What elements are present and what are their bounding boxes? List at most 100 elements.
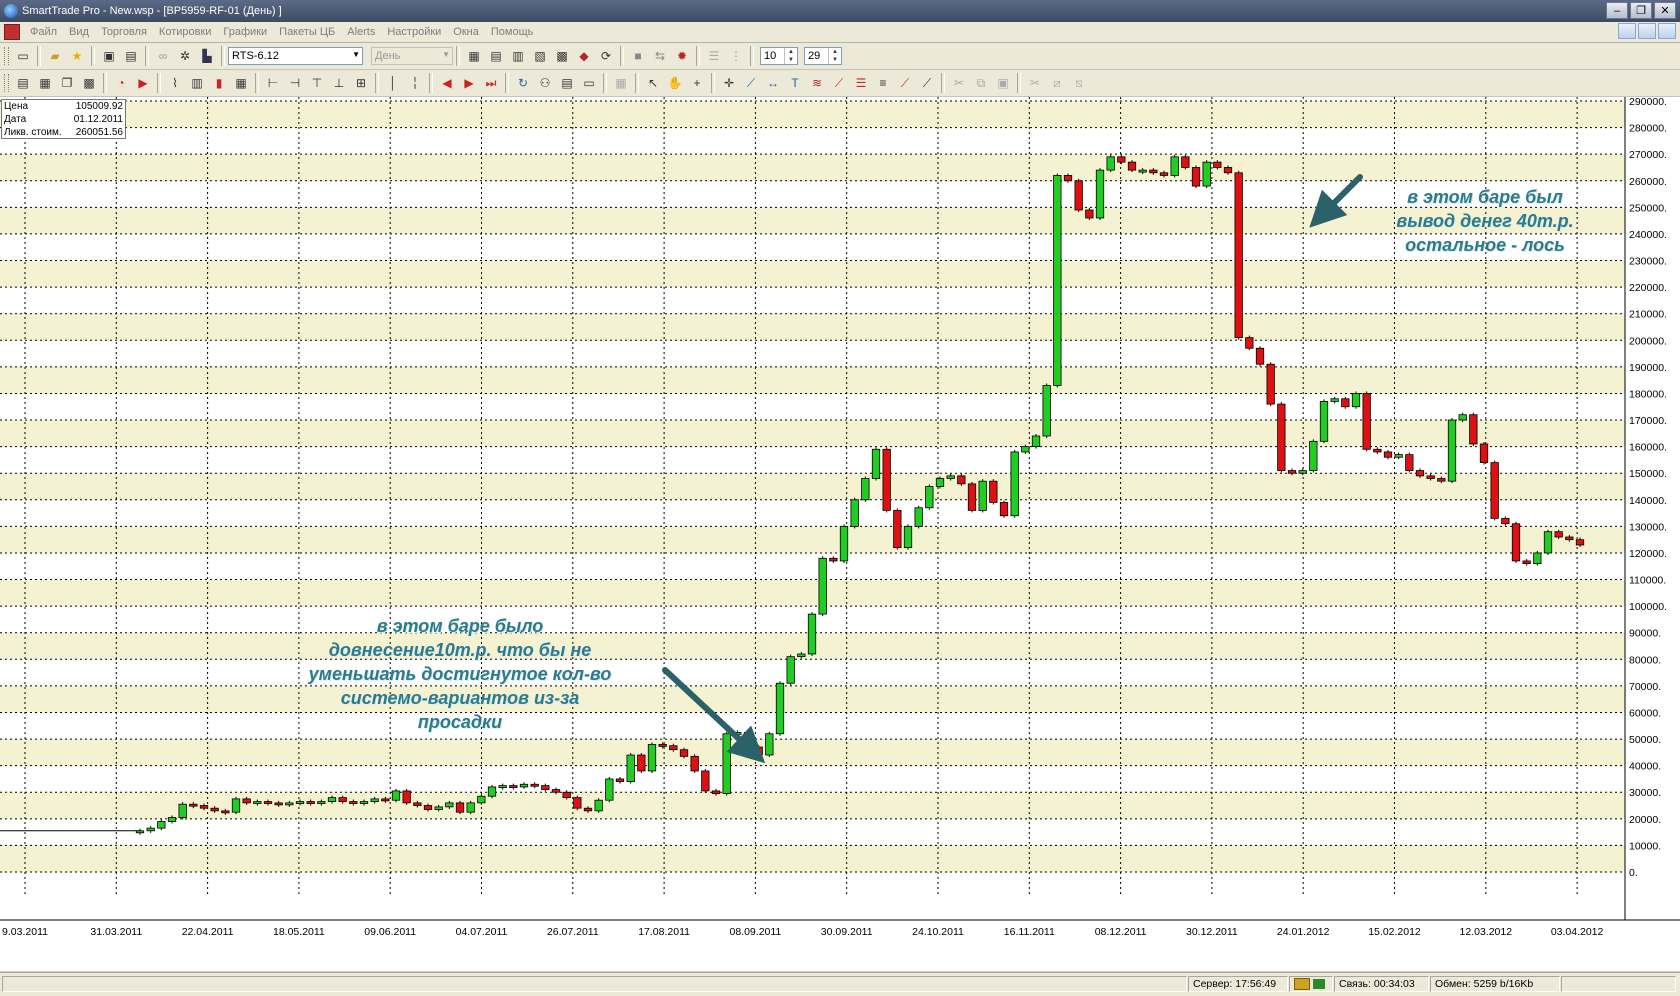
toolbar-separator (145, 46, 149, 66)
report-icon[interactable]: ▤ (557, 73, 577, 93)
favorite-star-icon[interactable]: ★ (67, 46, 87, 66)
play-icon[interactable]: ▶ (133, 73, 153, 93)
candle-chart-icon[interactable]: ▮ (209, 73, 229, 93)
calculator-icon[interactable]: ▩ (79, 73, 99, 93)
mdi-restore-button[interactable] (1638, 23, 1656, 39)
chart-window-icon[interactable]: ▧ (530, 46, 550, 66)
save-all-icon[interactable]: ▤ (121, 46, 141, 66)
menu-help[interactable]: Помощь (485, 26, 540, 38)
y-tick-label: 60000. (1629, 707, 1661, 719)
spin-field-1[interactable]: 10 ▲ ▼ (760, 47, 798, 65)
minimize-button[interactable]: – (1606, 2, 1628, 19)
stop-icon[interactable]: ■ (628, 46, 648, 66)
fibo-fan-icon[interactable]: ⟋ (829, 73, 849, 93)
window-list-icon[interactable]: ▥ (508, 46, 528, 66)
binoculars-icon[interactable]: ⚇ (535, 73, 555, 93)
zoom-in-y-icon[interactable]: ⊤ (307, 73, 327, 93)
cursor-line-icon[interactable]: │ (383, 73, 403, 93)
candle-up (839, 525, 849, 562)
link-icon[interactable]: ∞ (153, 46, 173, 66)
candle-up (946, 475, 955, 479)
period-select[interactable]: День ▼ (371, 47, 453, 65)
align-left-icon[interactable]: ☰ (704, 46, 724, 66)
toolbar-separator (429, 73, 433, 93)
instrument-select[interactable]: RTS-6.12 ▼ (228, 47, 363, 65)
toolbar-grip[interactable] (4, 74, 9, 92)
zoom-out-x-icon[interactable]: ⊣ (285, 73, 305, 93)
clock-icon[interactable]: ◔ (111, 73, 131, 93)
grid-toggle-icon[interactable]: ▦ (611, 73, 631, 93)
hand-icon[interactable]: ✋ (665, 73, 685, 93)
channel-icon[interactable]: ≋ (807, 73, 827, 93)
mdi-minimize-button[interactable] (1618, 23, 1636, 39)
recalc-icon[interactable]: ↻ (513, 73, 533, 93)
edit-tool-icon[interactable]: ⧄ (1047, 73, 1067, 93)
mixed-chart-icon[interactable]: ▦ (231, 73, 251, 93)
end-line-icon[interactable]: ╎ (405, 73, 425, 93)
scroll-left-icon[interactable]: ◀ (437, 73, 457, 93)
cut-icon[interactable]: ✂ (949, 73, 969, 93)
bar-chart-icon[interactable]: ▥ (187, 73, 207, 93)
refresh-icon[interactable]: ⟳ (596, 46, 616, 66)
new-window-icon[interactable]: ▭ (13, 46, 33, 66)
indicators-icon[interactable]: ▤ (13, 73, 33, 93)
horizontal-line-icon[interactable]: ↔ (763, 73, 783, 93)
clear-tools-icon[interactable]: ⧅ (1069, 73, 1089, 93)
grid-window-icon[interactable]: ▩ (552, 46, 572, 66)
candle-up (1053, 175, 1062, 386)
delete-tool-icon[interactable]: ✂ (1025, 73, 1045, 93)
open-folder-icon[interactable]: ▰ (45, 46, 65, 66)
copy-window-icon[interactable]: ❐ (57, 73, 77, 93)
mdi-close-button[interactable] (1658, 23, 1676, 39)
menu-view[interactable]: Вид (63, 26, 95, 38)
close-button[interactable]: ✕ (1654, 2, 1676, 19)
candle-up (1170, 156, 1179, 176)
scroll-right-icon[interactable]: ▶ (459, 73, 479, 93)
trendline-icon[interactable]: ⟋ (741, 73, 761, 93)
text-tool-icon[interactable]: T (785, 73, 805, 93)
cross-cursor-icon[interactable]: ✛ (719, 73, 739, 93)
menu-alerts[interactable]: Alerts (341, 26, 381, 38)
menu-windows[interactable]: Окна (447, 26, 485, 38)
menu-charts[interactable]: Графики (217, 26, 273, 38)
info-label: Ликв. стоим. (4, 127, 62, 138)
spin-arrows-icon[interactable]: ▲ ▼ (828, 48, 841, 64)
restore-button[interactable]: ❐ (1630, 2, 1652, 19)
grid-band (0, 313, 1625, 341)
toolbar-grip[interactable] (4, 47, 9, 65)
menu-file[interactable]: Файл (24, 26, 63, 38)
candle-down (754, 746, 763, 756)
window-icon[interactable]: ▭ (579, 73, 599, 93)
menu-quotes[interactable]: Котировки (153, 26, 218, 38)
pitchfork-icon[interactable]: ⟋ (917, 73, 937, 93)
zoom-out-y-icon[interactable]: ⊥ (329, 73, 349, 93)
align-columns-icon[interactable]: ⋮ (726, 46, 746, 66)
quotes-table-icon[interactable]: ▤ (486, 46, 506, 66)
pointer-icon[interactable]: ↖ (643, 73, 663, 93)
copy-icon[interactable]: ⧉ (971, 73, 991, 93)
fit-icon[interactable]: ⊞ (351, 73, 371, 93)
table-view-icon[interactable]: ▦ (35, 73, 55, 93)
zoom-in-x-icon[interactable]: ⊢ (263, 73, 283, 93)
line-chart-icon[interactable]: ⌇ (165, 73, 185, 93)
menu-packages[interactable]: Пакеты ЦБ (273, 26, 341, 38)
bookmark-icon[interactable]: ▙ (197, 46, 217, 66)
save-icon[interactable]: ▣ (99, 46, 119, 66)
alert-bug-icon[interactable]: ✹ (672, 46, 692, 66)
crosshair-icon[interactable]: + (687, 73, 707, 93)
gann-icon[interactable]: ⟋ (895, 73, 915, 93)
paste-icon[interactable]: ▣ (993, 73, 1013, 93)
spin-arrows-icon[interactable]: ▲ ▼ (784, 48, 797, 64)
table-icon[interactable]: ▦ (464, 46, 484, 66)
spin-field-2[interactable]: 29 ▲ ▼ (804, 47, 842, 65)
fibo-levels-icon[interactable]: ☰ (851, 73, 871, 93)
candle-up (445, 802, 454, 808)
document-icon[interactable] (4, 24, 20, 40)
fibo-arcs-icon[interactable]: ≡ (873, 73, 893, 93)
sync-icon[interactable]: ⇆ (650, 46, 670, 66)
menu-settings[interactable]: Настройки (381, 26, 447, 38)
unlink-icon[interactable]: ✲ (175, 46, 195, 66)
portfolio-icon[interactable]: ◆ (574, 46, 594, 66)
scroll-end-icon[interactable]: ⏭ (481, 73, 501, 93)
menu-trading[interactable]: Торговля (95, 26, 153, 38)
